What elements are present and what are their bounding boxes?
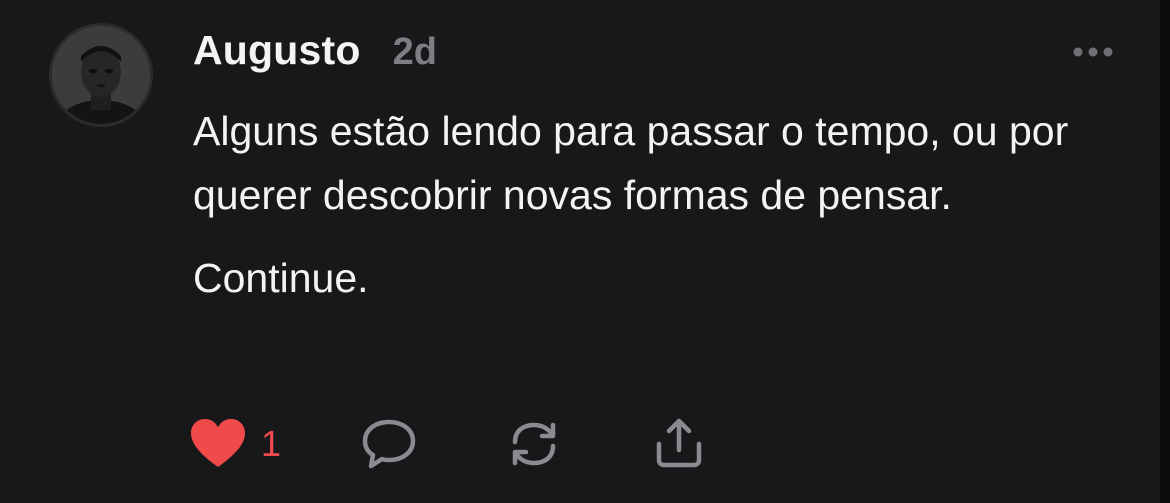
share-upload-icon (656, 418, 702, 468)
post-paragraph: Alguns estão lendo para passar o tempo, … (193, 108, 1069, 218)
share-button[interactable] (651, 418, 707, 470)
post-body: Alguns estão lendo para passar o tempo, … (193, 99, 1123, 310)
more-horizontal-icon (1073, 47, 1113, 57)
repost-button[interactable] (507, 418, 561, 470)
repost-arrows-icon (512, 422, 556, 466)
comment-bubble-icon (362, 419, 416, 469)
post-timestamp: 2d (392, 31, 438, 73)
more-options-button[interactable] (1072, 44, 1114, 60)
reply-button[interactable] (361, 418, 417, 470)
author-name[interactable]: Augusto (193, 27, 361, 74)
heart-icon (191, 419, 245, 467)
post-header: Augusto 2d (193, 27, 437, 74)
post-paragraph: Continue. (193, 255, 369, 301)
like-button[interactable]: 1 (191, 418, 281, 470)
avatar[interactable] (49, 23, 153, 127)
like-count: 1 (261, 423, 282, 464)
screen-edge (1160, 0, 1170, 503)
